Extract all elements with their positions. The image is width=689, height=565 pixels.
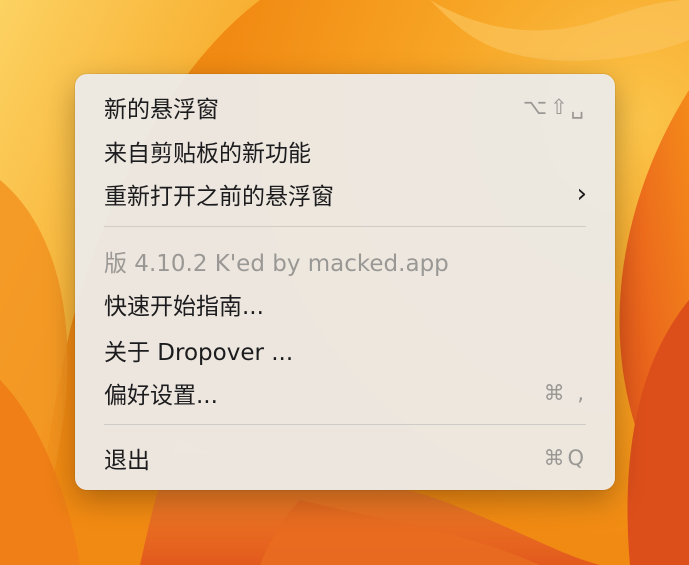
menu-item-label: 偏好设置... xyxy=(104,383,218,409)
menu-item-label: 关于 Dropover ... xyxy=(104,340,294,366)
menu-item-preferences[interactable]: 偏好设置... ⌘ , xyxy=(75,373,615,413)
menu-item-label: 来自剪贴板的新功能 xyxy=(104,141,311,167)
chevron-right-icon: › xyxy=(576,179,587,209)
keyboard-shortcut: ⌘ , xyxy=(543,381,587,405)
keyboard-shortcut: ⌘Q xyxy=(543,446,587,470)
context-menu: 新的悬浮窗 ⌥⇧␣ 来自剪贴板的新功能 重新打开之前的悬浮窗 › 版 4.10.… xyxy=(75,74,615,490)
menu-item-reopen-previous[interactable]: 重新打开之前的悬浮窗 › xyxy=(75,174,615,214)
menu-item-label: 版 4.10.2 K'ed by macked.app xyxy=(104,251,449,277)
menu-item-label: 新的悬浮窗 xyxy=(104,97,219,123)
keyboard-shortcut: ⌥⇧␣ xyxy=(522,95,587,119)
menu-separator xyxy=(104,424,586,425)
menu-item-new-from-clipboard[interactable]: 来自剪贴板的新功能 xyxy=(75,131,615,171)
menu-item-quit[interactable]: 退出 ⌘Q xyxy=(75,438,615,478)
menu-item-label: 重新打开之前的悬浮窗 xyxy=(104,184,334,210)
menu-item-about[interactable]: 关于 Dropover ... xyxy=(75,330,615,370)
menu-item-label: 快速开始指南... xyxy=(104,294,264,320)
menu-item-quick-start-guide[interactable]: 快速开始指南... xyxy=(75,284,615,324)
menu-separator xyxy=(104,226,586,227)
menu-item-label: 退出 xyxy=(104,448,150,474)
menu-item-version: 版 4.10.2 K'ed by macked.app xyxy=(75,241,615,281)
menu-item-new-floating-window[interactable]: 新的悬浮窗 ⌥⇧␣ xyxy=(75,87,615,127)
